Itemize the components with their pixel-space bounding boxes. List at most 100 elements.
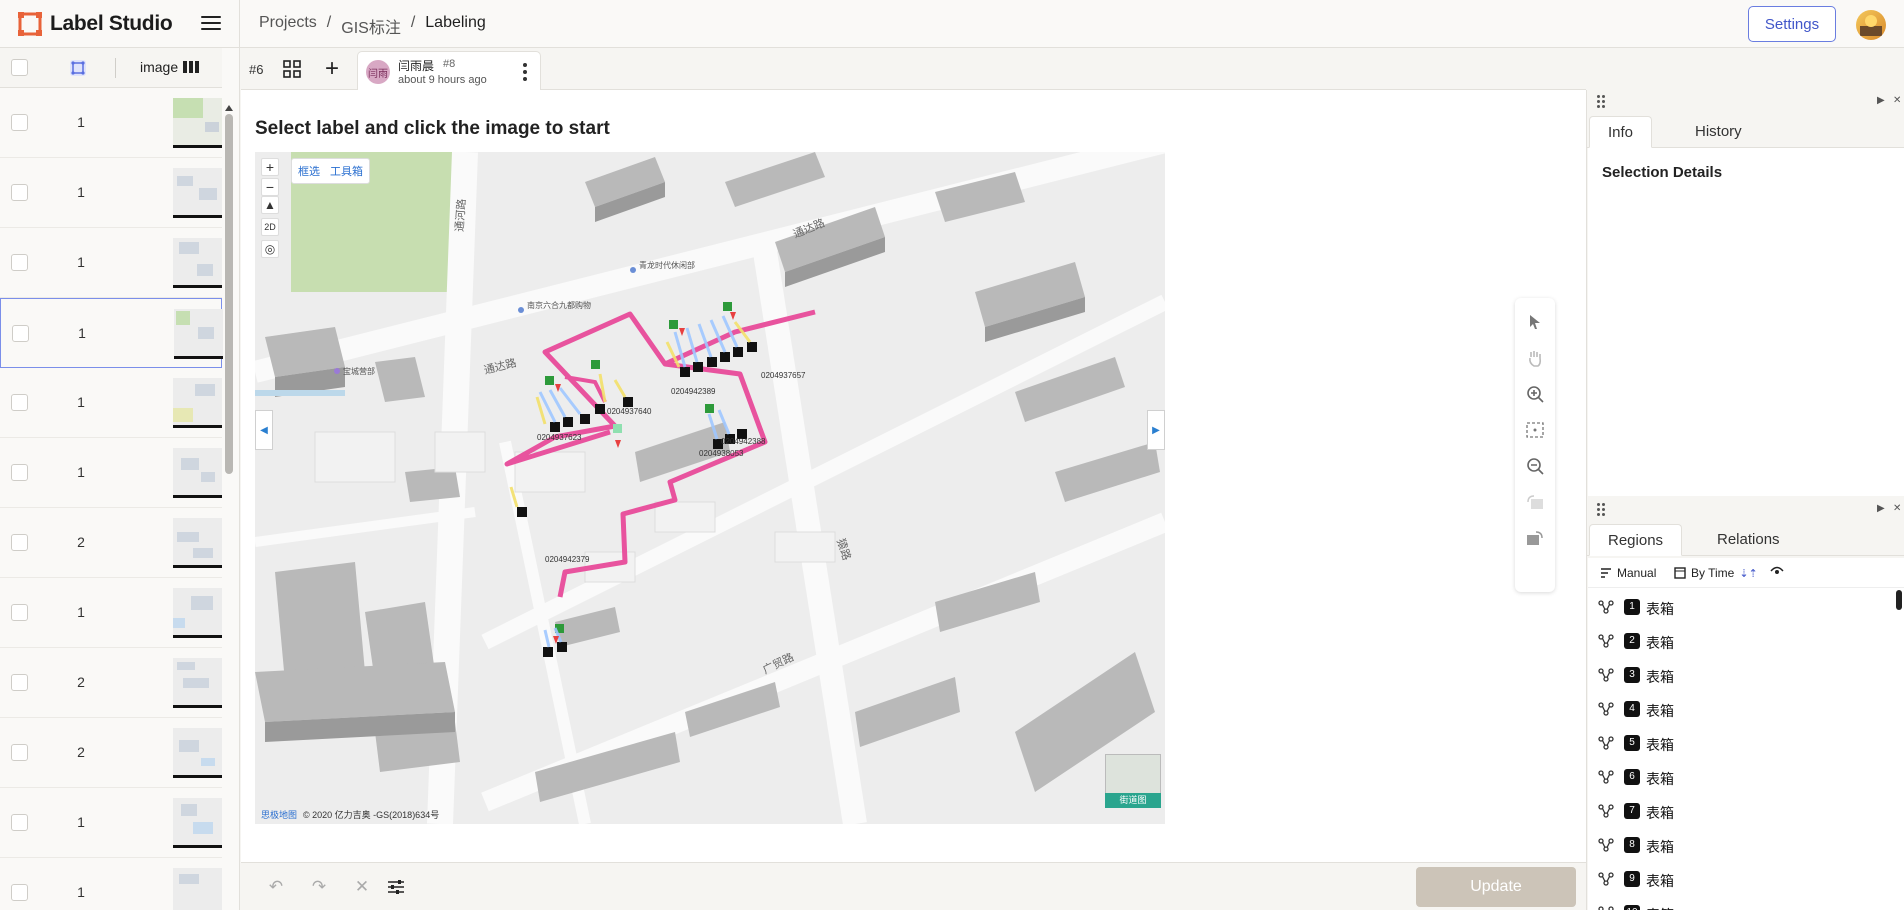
scroll-up-icon[interactable] <box>224 104 234 112</box>
hamburger-menu-icon[interactable] <box>199 12 223 36</box>
close-panel-icon[interactable]: ✕ <box>1893 503 1901 514</box>
task-list-scrollbar[interactable] <box>224 104 234 910</box>
grid-view-icon[interactable] <box>283 60 301 78</box>
region-label: 表箱 <box>1646 601 1674 617</box>
logo[interactable]: Label Studio <box>18 12 173 36</box>
region-item[interactable]: 7 表箱 <box>1588 794 1888 828</box>
manual-label: Manual <box>1617 566 1657 580</box>
region-item[interactable]: 1 表箱 <box>1588 590 1888 624</box>
manual-order-toggle[interactable]: Manual <box>1600 566 1656 580</box>
annotation-count: 2 <box>77 674 85 690</box>
redo-icon[interactable]: ↷ <box>309 877 329 897</box>
map-image[interactable]: 0204937657 0204942389 0204937640 0204937… <box>255 152 1165 824</box>
row-checkbox[interactable] <box>11 394 28 411</box>
polyline-icon <box>1598 702 1614 716</box>
regions-scrollbar[interactable] <box>1896 590 1902 610</box>
region-item[interactable]: 4 表箱 <box>1588 692 1888 726</box>
settings-button[interactable]: Settings <box>1748 6 1836 42</box>
expand-panel-icon[interactable]: ▶ <box>1877 95 1885 106</box>
row-checkbox[interactable] <box>11 604 28 621</box>
table-row[interactable]: 1 <box>0 438 222 508</box>
row-checkbox[interactable] <box>11 884 28 901</box>
compass-icon[interactable]: ▲ <box>261 196 279 214</box>
rotate-left-icon[interactable] <box>1525 492 1545 512</box>
rotate-right-icon[interactable] <box>1525 528 1545 548</box>
map-right-arrow-icon[interactable]: ▶ <box>1147 410 1165 450</box>
tab-regions[interactable]: Regions <box>1589 524 1683 556</box>
zoom-out-button[interactable]: − <box>261 178 279 196</box>
row-checkbox[interactable] <box>11 534 28 551</box>
add-annotation-icon[interactable]: + <box>325 55 339 83</box>
row-checkbox[interactable] <box>11 254 28 271</box>
region-label: 表箱 <box>1646 805 1674 821</box>
map-left-arrow-icon[interactable]: ◀ <box>255 410 273 450</box>
box-select-tool[interactable]: 框选 <box>298 163 320 179</box>
undo-icon[interactable]: ↶ <box>266 877 286 897</box>
reset-icon[interactable]: ✕ <box>352 877 372 897</box>
breadcrumb-project[interactable]: GIS标注 <box>341 14 401 38</box>
table-row[interactable]: 2 <box>0 508 222 578</box>
pan-hand-icon[interactable] <box>1525 348 1545 368</box>
image-thumbnail <box>173 98 222 148</box>
row-checkbox[interactable] <box>11 814 28 831</box>
region-item[interactable]: 8 表箱 <box>1588 828 1888 862</box>
table-row[interactable]: 1 <box>0 858 222 910</box>
region-item[interactable]: 2 表箱 <box>1588 624 1888 658</box>
region-item[interactable]: 9 表箱 <box>1588 862 1888 896</box>
columns-icon[interactable] <box>182 60 200 74</box>
table-row[interactable]: 1 <box>0 298 223 368</box>
region-label: 表箱 <box>1646 839 1674 855</box>
row-checkbox[interactable] <box>12 325 29 342</box>
zoom-out-icon[interactable] <box>1525 456 1545 476</box>
sort-by-time-toggle[interactable]: By Time ⇣⇡ <box>1674 566 1758 580</box>
zoom-to-fit-icon[interactable] <box>1525 420 1545 440</box>
image-column-header[interactable]: image <box>140 59 178 75</box>
table-row[interactable]: 1 <box>0 788 222 858</box>
visibility-toggle[interactable] <box>1770 566 1784 576</box>
region-item[interactable]: 6 表箱 <box>1588 760 1888 794</box>
region-label: 表箱 <box>1646 771 1674 787</box>
drag-handle-icon[interactable] <box>1597 503 1607 517</box>
tab-history[interactable]: History <box>1677 116 1760 148</box>
region-item[interactable]: 10 表箱 <box>1588 896 1888 910</box>
region-item[interactable]: 5 表箱 <box>1588 726 1888 760</box>
map-toolbar: 框选 工具箱 <box>291 158 370 184</box>
row-checkbox[interactable] <box>11 114 28 131</box>
more-options-icon[interactable] <box>518 60 532 84</box>
table-row[interactable]: 2 <box>0 718 222 788</box>
tab-info[interactable]: Info <box>1589 116 1653 148</box>
regions-filter-bar: Manual By Time ⇣⇡ <box>1588 558 1904 588</box>
toolbox-tool[interactable]: 工具箱 <box>330 163 363 179</box>
zoom-in-icon[interactable] <box>1525 384 1545 404</box>
drag-handle-icon[interactable] <box>1597 95 1607 109</box>
minimap-label[interactable]: 街道图 <box>1105 793 1161 808</box>
region-label: 表箱 <box>1646 703 1674 719</box>
locate-icon[interactable]: ◎ <box>261 240 279 258</box>
update-button[interactable]: Update <box>1416 867 1576 907</box>
close-panel-icon[interactable]: ✕ <box>1893 95 1901 106</box>
settings-sliders-icon[interactable] <box>386 877 406 897</box>
select-all-checkbox[interactable] <box>11 59 28 76</box>
annotation-tab[interactable]: 闫雨 闫雨晨 #8 about 9 hours ago <box>357 51 541 91</box>
row-checkbox[interactable] <box>11 744 28 761</box>
tab-relations[interactable]: Relations <box>1699 524 1798 556</box>
2d-toggle-button[interactable]: 2D <box>261 218 279 236</box>
user-avatar[interactable] <box>1856 10 1886 40</box>
table-row[interactable]: 1 <box>0 578 222 648</box>
selection-details-title: Selection Details <box>1602 164 1723 181</box>
map-attribution: 思极地图 © 2020 亿力吉奥 -GS(2018)634号 <box>261 808 439 821</box>
table-row[interactable]: 1 <box>0 368 222 438</box>
row-checkbox[interactable] <box>11 674 28 691</box>
table-row[interactable]: 1 <box>0 158 222 228</box>
region-item[interactable]: 3 表箱 <box>1588 658 1888 692</box>
table-row[interactable]: 1 <box>0 88 222 158</box>
zoom-in-button[interactable]: + <box>261 158 279 176</box>
select-pointer-icon[interactable] <box>1525 312 1545 332</box>
row-checkbox[interactable] <box>11 464 28 481</box>
expand-panel-icon[interactable]: ▶ <box>1877 503 1885 514</box>
table-row[interactable]: 1 <box>0 228 222 298</box>
breadcrumb-projects[interactable]: Projects <box>259 14 317 38</box>
table-row[interactable]: 2 <box>0 648 222 718</box>
row-checkbox[interactable] <box>11 184 28 201</box>
map-canvas: 0204937657 0204942389 0204937640 0204937… <box>255 152 1165 824</box>
